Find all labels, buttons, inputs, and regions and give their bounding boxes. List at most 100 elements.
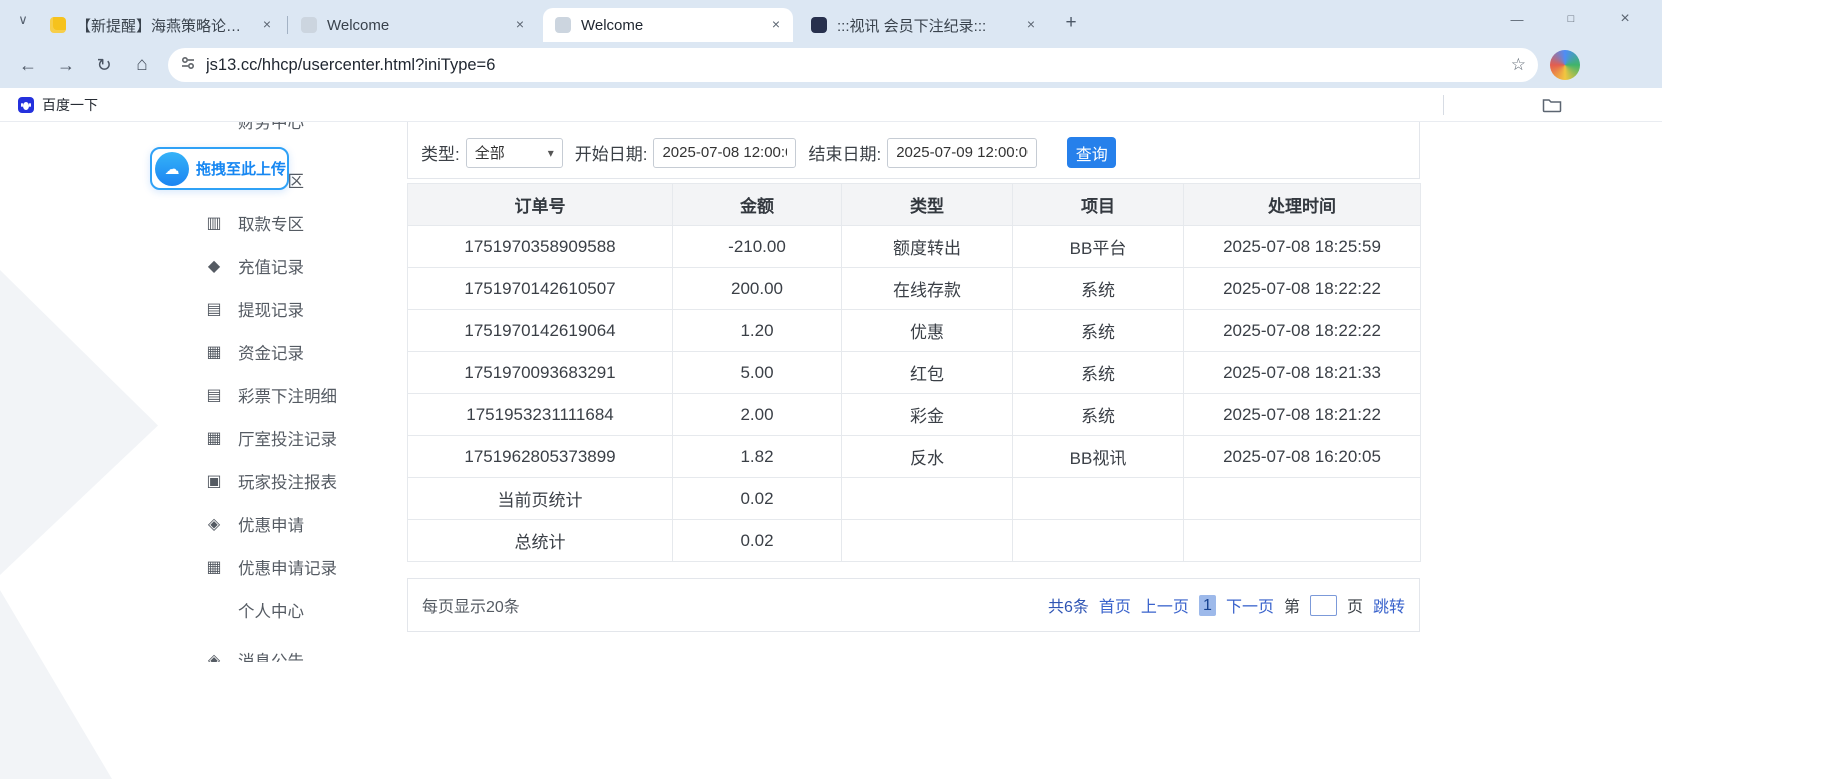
bookmarks-folder-icon[interactable]: [1542, 97, 1562, 118]
new-tab-button[interactable]: +: [1058, 11, 1084, 37]
table-cell-time: 2025-07-08 18:25:59: [1184, 226, 1421, 268]
table-cell-time: 2025-07-08 18:21:22: [1184, 394, 1421, 436]
tab-title: 【新提醒】海燕策略论坛综合交: [76, 15, 250, 36]
table-cell-time: 2025-07-08 18:22:22: [1184, 268, 1421, 310]
site-info-icon[interactable]: [180, 55, 196, 76]
sidebar-item-label: 厅室投注记录: [238, 426, 337, 450]
end-date-input[interactable]: [887, 138, 1037, 168]
bookmarks-divider: [1443, 95, 1444, 115]
sidebar-item-withdraw-zone[interactable]: ▥ 取款专区: [180, 201, 386, 244]
video-site-favicon: [811, 17, 827, 33]
tab-video-records[interactable]: :::视讯 会员下注纪录::: ×: [799, 8, 1048, 42]
current-page-indicator[interactable]: 1: [1199, 595, 1216, 616]
sidebar-header-finance-center[interactable]: 财务中心: [180, 122, 386, 136]
tab-forum[interactable]: 【新提醒】海燕策略论坛综合交 ×: [38, 8, 284, 42]
pagination-controls: 共6条 首页 上一页 1 下一页 第 页 跳转: [1048, 593, 1405, 617]
home-button[interactable]: ⌂: [126, 49, 158, 81]
address-bar[interactable]: js13.cc/hhcp/usercenter.html?iniType=6 ☆: [168, 48, 1538, 82]
content-area: 财务中心 ▤ 存款专区 ▥ 取款专区 ◆ 充值记录: [0, 122, 1450, 662]
url-text: js13.cc/hhcp/usercenter.html?iniType=6: [206, 56, 1511, 75]
sidebar-item-message-announcements[interactable]: ◈ 消息公告: [180, 638, 386, 662]
tab-close-icon[interactable]: ×: [767, 16, 785, 34]
next-page-link[interactable]: 下一页: [1226, 593, 1274, 617]
table-cell-time: [1184, 478, 1421, 520]
page-content: 财务中心 ▤ 存款专区 ▥ 取款专区 ◆ 充值记录: [0, 122, 1845, 779]
type-select[interactable]: 全部 ▾: [466, 138, 563, 168]
tab-close-icon[interactable]: ×: [1022, 16, 1040, 34]
sidebar-menu: 财务中心 ▤ 存款专区 ▥ 取款专区 ◆ 充值记录: [180, 122, 386, 662]
table-header-row: 订单号金额类型项目处理时间: [408, 184, 1421, 226]
tab-search-icon[interactable]: ∨: [12, 12, 34, 32]
browser-chrome: ∨ 【新提醒】海燕策略论坛综合交 × Welcome × Welcome × :…: [0, 0, 1662, 122]
sidebar-item-promo-apply-records[interactable]: ▦ 优惠申请记录: [180, 545, 386, 588]
tab-close-icon[interactable]: ×: [258, 16, 276, 34]
drag-upload-label: 拖拽至此上传: [196, 158, 286, 179]
bookmark-label: 百度一下: [42, 95, 98, 115]
baidu-favicon: [18, 97, 34, 113]
tab-welcome-1[interactable]: Welcome ×: [289, 8, 537, 42]
sidebar-item-icon: ▦: [204, 428, 224, 448]
table-cell-amount: 1.20: [673, 310, 842, 352]
reload-button[interactable]: ↻: [88, 49, 120, 81]
table-row: 总统计 0.02: [408, 520, 1421, 562]
minimize-button[interactable]: —: [1490, 0, 1544, 38]
table-cell-order-no: 总统计: [408, 520, 673, 562]
table-cell-time: 2025-07-08 16:20:05: [1184, 436, 1421, 478]
sidebar-item-withdraw-records[interactable]: ▤ 提现记录: [180, 287, 386, 330]
page-favicon: [301, 17, 317, 33]
tab-separator: [287, 16, 288, 34]
maximize-button[interactable]: □: [1544, 0, 1598, 38]
table-cell-amount: 5.00: [673, 352, 842, 394]
table-row: 当前页统计 0.02: [408, 478, 1421, 520]
back-button[interactable]: ←: [12, 49, 44, 81]
sidebar-item-hall-bet-records[interactable]: ▦ 厅室投注记录: [180, 416, 386, 459]
cloud-upload-icon: ☁: [155, 152, 189, 186]
table-cell-project: [1013, 478, 1184, 520]
tab-close-icon[interactable]: ×: [511, 16, 529, 34]
sidebar-item-label: 玩家投注报表: [238, 469, 337, 493]
window-controls: — □ ×: [1490, 0, 1652, 38]
start-date-input[interactable]: [653, 138, 796, 168]
close-window-button[interactable]: ×: [1598, 0, 1652, 38]
table-cell-project: 系统: [1013, 394, 1184, 436]
page-jump-input[interactable]: [1310, 595, 1337, 616]
table-cell-order-no: 1751970142619064: [408, 310, 673, 352]
filter-bar: 类型: 全部 ▾ 开始日期: 结束日期: 查询: [407, 122, 1420, 179]
query-button[interactable]: 查询: [1067, 137, 1116, 168]
table-cell-time: 2025-07-08 18:21:33: [1184, 352, 1421, 394]
column-header: 类型: [842, 184, 1013, 226]
sidebar-item-recharge-records[interactable]: ◆ 充值记录: [180, 244, 386, 287]
sidebar-item-funds-records[interactable]: ▦ 资金记录 ›: [180, 330, 386, 373]
table-cell-amount: 2.00: [673, 394, 842, 436]
sidebar-item-icon: ◈: [204, 650, 224, 663]
sidebar-header-personal-center[interactable]: 个人中心: [180, 588, 386, 631]
jump-button[interactable]: 跳转: [1373, 593, 1405, 617]
table-cell-type: 红包: [842, 352, 1013, 394]
sidebar-item-icon: ▦: [204, 342, 224, 362]
bookmark-baidu[interactable]: 百度一下: [10, 93, 106, 117]
first-page-link[interactable]: 首页: [1099, 593, 1131, 617]
sidebar-item-lottery-bet-details[interactable]: ▤ 彩票下注明细: [180, 373, 386, 416]
tab-title: :::视讯 会员下注纪录:::: [837, 15, 1014, 36]
column-header: 项目: [1013, 184, 1184, 226]
profile-avatar[interactable]: [1550, 50, 1580, 80]
table-row: 1751970358909588 -210.00 额度转出 BB平台 2025-…: [408, 226, 1421, 268]
bookmark-star-icon[interactable]: ☆: [1511, 55, 1526, 75]
sidebar-item-label: 个人中心: [238, 598, 304, 622]
table-cell-type: 在线存款: [842, 268, 1013, 310]
jump-suffix-label: 页: [1347, 593, 1363, 617]
tab-welcome-active[interactable]: Welcome ×: [543, 8, 793, 42]
prev-page-link[interactable]: 上一页: [1141, 593, 1189, 617]
sidebar-item-label: 优惠申请记录: [238, 555, 337, 579]
table-cell-project: BB平台: [1013, 226, 1184, 268]
table-cell-type: 优惠: [842, 310, 1013, 352]
table-row: 1751970142610507 200.00 在线存款 系统 2025-07-…: [408, 268, 1421, 310]
sidebar-item-promo-apply[interactable]: ◈ 优惠申请: [180, 502, 386, 545]
forward-button[interactable]: →: [50, 49, 82, 81]
sidebar-item-player-bet-report[interactable]: ▣ 玩家投注报表: [180, 459, 386, 502]
drag-upload-badge[interactable]: ☁ 拖拽至此上传: [150, 147, 289, 190]
table-cell-amount: 1.82: [673, 436, 842, 478]
table-cell-amount: -210.00: [673, 226, 842, 268]
sidebar-item-label: 提现记录: [238, 297, 304, 321]
sidebar-item-label: 彩票下注明细: [238, 383, 337, 407]
